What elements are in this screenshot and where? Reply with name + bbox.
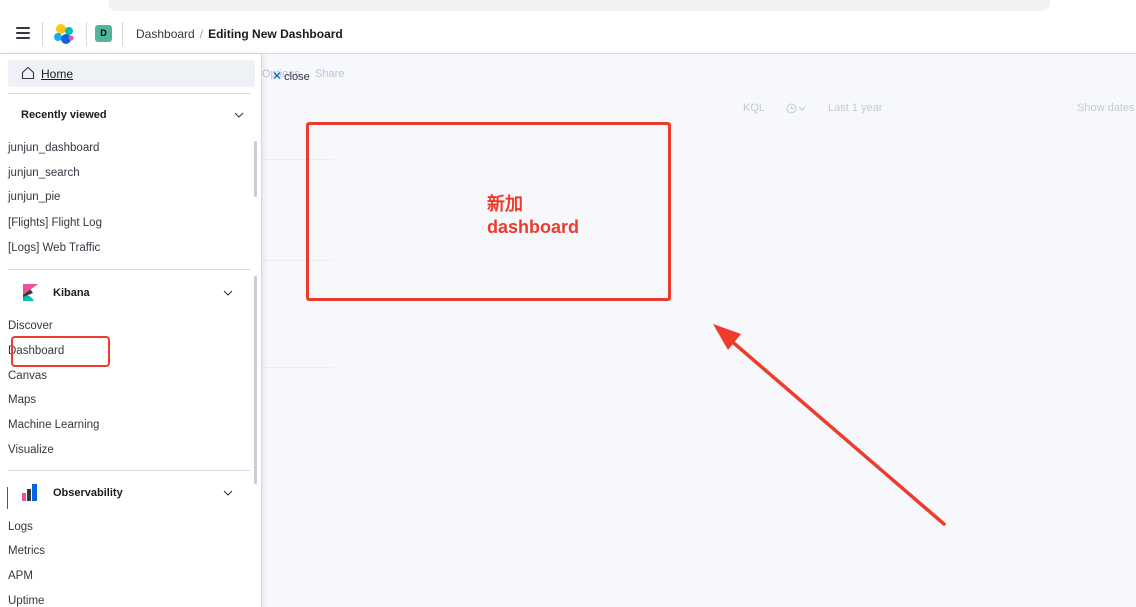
recently-viewed-title[interactable]: Recently viewed (21, 109, 107, 121)
time-range[interactable]: Last 1 year (828, 102, 882, 114)
close-button[interactable]: ✕ close (272, 69, 310, 83)
recent-scrollbar[interactable] (254, 141, 257, 197)
home-icon (21, 66, 35, 80)
kibana-item-visualize[interactable]: Visualize (8, 444, 54, 456)
kibana-scrollbar[interactable] (254, 276, 257, 484)
kql-toggle[interactable]: KQL (743, 102, 765, 114)
home-label: Home (41, 67, 74, 81)
recent-item[interactable]: junjun_search (8, 167, 80, 179)
breadcrumb-dashboard[interactable]: Dashboard (136, 27, 195, 41)
dashboard-highlight-box (11, 336, 110, 367)
breadcrumb-separator: / (199, 27, 204, 41)
kibana-item-maps[interactable]: Maps (8, 394, 36, 406)
recent-item[interactable]: [Logs] Web Traffic (8, 242, 100, 254)
share-link[interactable]: Share (315, 68, 344, 80)
annotation-text: 新加 dashboard (487, 193, 579, 239)
observability-item-metrics[interactable]: Metrics (8, 545, 45, 557)
nav-divider (8, 470, 250, 471)
app-header: D Dashboard / Editing New Dashboard (0, 14, 1136, 54)
elastic-logo-icon[interactable] (52, 23, 76, 45)
space-avatar[interactable]: D (95, 25, 112, 42)
breadcrumb: Dashboard / Editing New Dashboard (136, 27, 343, 41)
observability-item-uptime[interactable]: Uptime (8, 595, 44, 607)
chevron-down-icon[interactable] (234, 112, 244, 118)
kibana-item-canvas[interactable]: Canvas (8, 370, 47, 382)
observability-logo-icon (22, 484, 37, 501)
kibana-logo-icon (23, 284, 38, 301)
cursor-mark (7, 487, 8, 509)
observability-item-logs[interactable]: Logs (8, 521, 33, 533)
observability-title[interactable]: Observability (53, 487, 123, 499)
kibana-item-discover[interactable]: Discover (8, 320, 53, 332)
recent-item[interactable]: junjun_dashboard (8, 142, 99, 154)
side-nav: Home Recently viewed junjun_dashboard ju… (0, 54, 262, 607)
close-label: close (284, 71, 310, 83)
recent-item[interactable]: [Flights] Flight Log (8, 217, 102, 229)
header-divider (42, 22, 43, 46)
calendar-clock-icon[interactable] (786, 103, 808, 114)
nav-divider (8, 269, 250, 270)
breadcrumb-current: Editing New Dashboard (208, 27, 343, 41)
header-divider (122, 22, 123, 46)
recent-item[interactable]: junjun_pie (8, 191, 60, 203)
annotation-line-1: 新加 (487, 194, 523, 214)
chevron-down-icon[interactable] (223, 490, 233, 496)
menu-toggle-icon[interactable] (16, 27, 30, 39)
query-bar: KQL Last 1 year Show dates (262, 94, 1136, 124)
browser-strip (0, 0, 1136, 14)
bg-divider (262, 367, 334, 368)
show-dates-link[interactable]: Show dates (1077, 102, 1134, 114)
close-icon: ✕ (272, 69, 283, 83)
dashboard-top-menu: Options Share (262, 54, 1136, 94)
kibana-item-machine-learning[interactable]: Machine Learning (8, 419, 99, 431)
annotation-line-2: dashboard (487, 217, 580, 237)
header-divider (86, 22, 87, 46)
chevron-down-icon[interactable] (223, 290, 233, 296)
nav-divider (8, 93, 250, 94)
address-bar[interactable] (108, 0, 1050, 11)
observability-item-apm[interactable]: APM (8, 570, 33, 582)
kibana-title[interactable]: Kibana (53, 287, 90, 299)
nav-home[interactable]: Home (8, 60, 255, 87)
